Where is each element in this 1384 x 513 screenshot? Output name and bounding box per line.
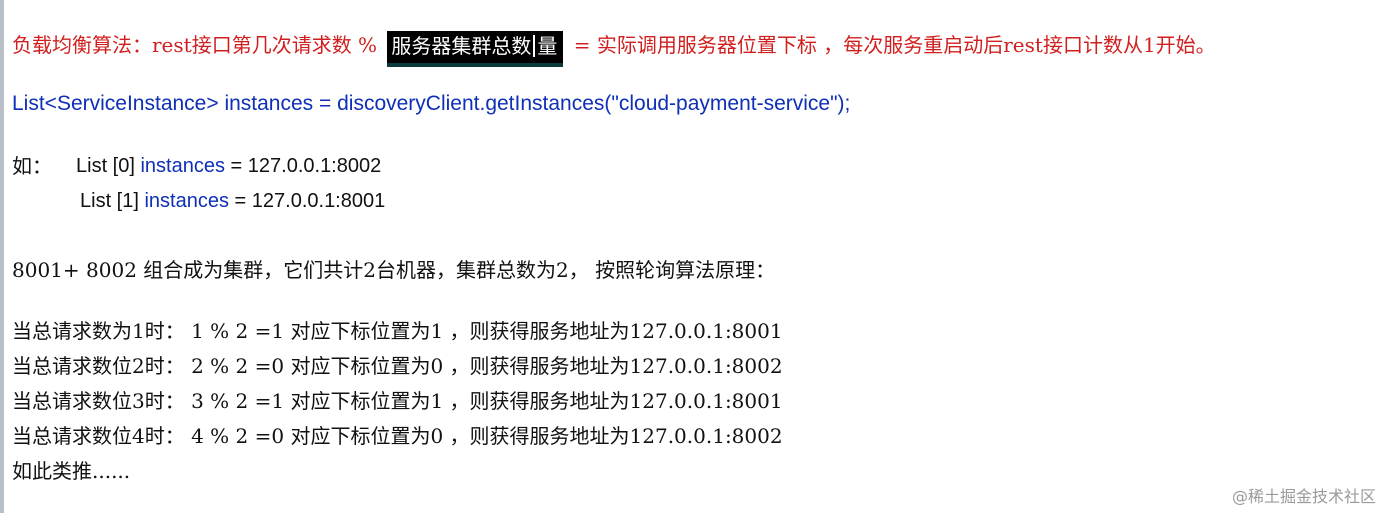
example-row-0: List [0] instances = 127.0.0.1:8002 — [76, 153, 381, 179]
cluster-line: 8001+ 8002 组合成为集群，它们共计2台机器，集群总数为2， 按照轮询算… — [12, 257, 775, 283]
example-row-prefix: List [0] — [76, 155, 141, 177]
calc-row: 当总请求数为1时： 1 % 2 =1 对应下标位置为1 ，则获得服务地址为127… — [12, 318, 783, 344]
etc-text: 如此类推...... — [12, 459, 131, 483]
example-row-value: = 127.0.0.1:8002 — [224, 155, 382, 177]
selected-text-highlight[interactable]: 服务器集群总数量 — [387, 31, 564, 67]
highlight-text-pre: 服务器集群总数 — [391, 34, 532, 58]
code-text: List<ServiceInstance> instances = discov… — [12, 92, 851, 115]
example-row-1: List [1] instances = 127.0.0.1:8001 — [80, 188, 385, 214]
watermark: @稀土掘金技术社区 — [1231, 487, 1376, 506]
example-label: 如： — [12, 154, 52, 178]
example-row-value: = 127.0.0.1:8001 — [228, 190, 386, 212]
calc-row: 当总请求数位2时： 2 % 2 =0 对应下标位置为0 ，则获得服务地址为127… — [12, 353, 783, 379]
example-row-keyword: instances — [144, 190, 229, 212]
highlight-text-post: 量 — [537, 34, 558, 58]
calc-row: 当总请求数位4时： 4 % 2 =0 对应下标位置为0 ，则获得服务地址为127… — [12, 423, 783, 449]
calc-row-text: 当总请求数位4时： 4 % 2 =0 对应下标位置为0 ，则获得服务地址为127… — [12, 424, 783, 448]
algorithm-line: 负载均衡算法：rest接口第几次请求数 % 服务器集群总数量 = 实际调用服务器… — [12, 30, 1216, 67]
example-row-prefix: List [1] — [80, 190, 145, 212]
page-left-border — [0, 0, 4, 513]
example-row-keyword: instances — [140, 155, 225, 177]
algorithm-prefix: 负载均衡算法：rest接口第几次请求数 % — [12, 33, 384, 57]
calc-row-text: 当总请求数位2时： 2 % 2 =0 对应下标位置为0 ，则获得服务地址为127… — [12, 354, 783, 378]
cluster-text: 8001+ 8002 组合成为集群，它们共计2台机器，集群总数为2， 按照轮询算… — [12, 258, 776, 282]
calc-row-text: 当总请求数位3时： 3 % 2 =1 对应下标位置为1 ，则获得服务地址为127… — [12, 389, 783, 413]
text-cursor — [533, 35, 536, 57]
code-line: List<ServiceInstance> instances = discov… — [12, 91, 850, 117]
calc-row: 当总请求数位3时： 3 % 2 =1 对应下标位置为1 ，则获得服务地址为127… — [12, 388, 783, 414]
example-label-row: 如： — [12, 153, 52, 179]
etc-line: 如此类推...... — [12, 458, 130, 484]
calc-row-text: 当总请求数为1时： 1 % 2 =1 对应下标位置为1 ，则获得服务地址为127… — [12, 319, 783, 343]
algorithm-suffix: = 实际调用服务器位置下标 ，每次服务重启动后rest接口计数从1开始。 — [567, 33, 1216, 57]
